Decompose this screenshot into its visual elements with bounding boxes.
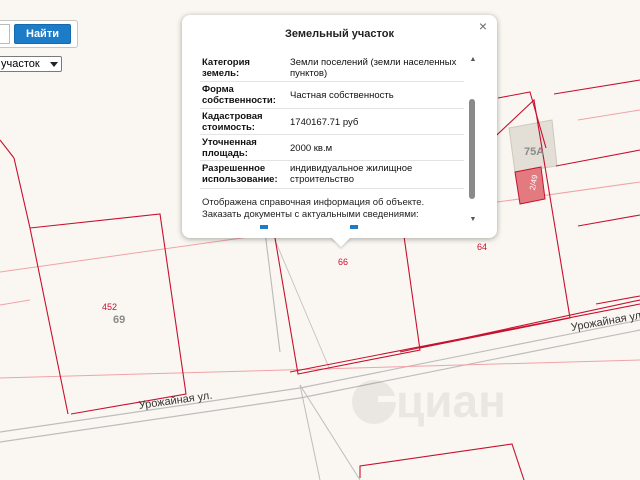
building <box>508 119 558 205</box>
info-value: 1740167.71 руб <box>290 117 359 128</box>
close-icon[interactable]: × <box>477 19 489 33</box>
links-fragment <box>260 225 358 229</box>
block-number-label: 75A <box>524 146 545 158</box>
info-row-permitted-use: Разрешенное использование: индивидуально… <box>200 161 464 189</box>
object-type-select-value: участок <box>1 58 40 70</box>
popup-scrollbar[interactable]: ▲ ▼ <box>468 55 478 235</box>
object-type-select[interactable]: участок <box>0 56 62 72</box>
info-label: Форма собственности: <box>202 84 276 106</box>
info-value: 2000 кв.м <box>290 143 333 154</box>
info-row-area: Уточненная площадь: 2000 кв.м <box>200 135 464 161</box>
info-value: Частная собственность <box>290 90 394 101</box>
scroll-down-arrow[interactable]: ▼ <box>468 215 478 225</box>
street-lines <box>0 231 640 480</box>
block-number-label: 69 <box>113 314 126 326</box>
popup-note: Отображена справочная информация об объе… <box>202 197 425 220</box>
watermark-text: циан <box>396 375 506 427</box>
order-documents-links[interactable] <box>240 223 360 229</box>
search-input[interactable] <box>0 24 10 44</box>
search-button[interactable]: Найти <box>14 24 71 44</box>
info-value: Земли поселений (земли населенных пункто… <box>290 57 457 79</box>
info-row-category: Категория земель: Земли поселений (земли… <box>200 55 464 82</box>
info-value: индивидуальное жилищное строительство <box>290 163 413 185</box>
parcel-number-label: 66 <box>338 257 349 267</box>
popup-content: Категория земель: Земли поселений (земли… <box>200 55 468 235</box>
parcel-number-label: 452 <box>102 302 118 312</box>
popup-pointer <box>331 237 351 247</box>
parcel-info-popup: Земельный участок × Категория земель: Зе… <box>182 15 497 238</box>
info-label: Разрешенное использование: <box>202 163 278 185</box>
scroll-up-arrow[interactable]: ▲ <box>468 55 478 65</box>
popup-title: Земельный участок <box>285 28 394 40</box>
scroll-thumb[interactable] <box>469 99 475 199</box>
info-row-ownership: Форма собственности: Частная собственнос… <box>200 82 464 109</box>
info-label: Кадастровая стоимость: <box>202 111 263 133</box>
info-label: Категория земель: <box>202 57 250 79</box>
parcel-number-label: 64 <box>477 242 488 252</box>
info-row-cadastral-value: Кадастровая стоимость: 1740167.71 руб <box>200 109 464 135</box>
chevron-down-icon <box>50 62 58 67</box>
info-label: Уточненная площадь: <box>202 137 257 159</box>
search-panel: Найти <box>0 20 78 48</box>
